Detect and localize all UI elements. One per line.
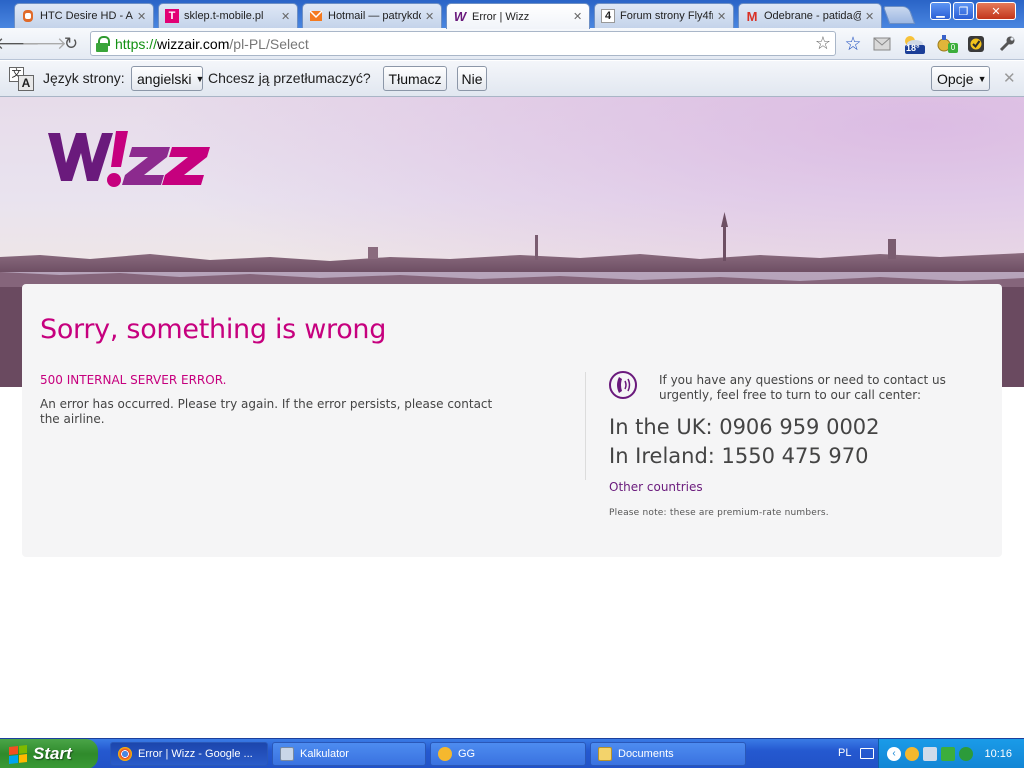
column-divider [585, 372, 586, 480]
wrench-icon[interactable] [997, 34, 1017, 54]
options-button[interactable]: Opcje ▼ [931, 66, 990, 91]
chevron-down-icon: ▼ [195, 73, 205, 84]
tab-title: Error | Wizz [472, 10, 530, 23]
close-icon[interactable]: ✕ [425, 10, 435, 23]
weather-temperature: 18° [906, 43, 920, 53]
forward-button[interactable]: 🡒 [21, 33, 67, 55]
url-scheme: https:// [115, 35, 158, 52]
page-content: Sorry, something is wrong 500 INTERNAL S… [0, 97, 1024, 738]
collapse-tray-icon[interactable]: ‹ [887, 747, 901, 761]
language-indicator[interactable]: PL [838, 747, 851, 759]
browser-toolbar: 🡐 🡒 ↻ https://wizzair.com/pl-PL/Select ☆… [0, 28, 1024, 60]
tab-hotmail[interactable]: Hotmail — patrykdo ✕ [302, 3, 442, 28]
hand-icon [21, 9, 35, 23]
hotmail-icon [309, 9, 323, 23]
tab-title: sklep.t-mobile.pl [184, 10, 264, 22]
chevron-down-icon: ▼ [977, 73, 987, 84]
close-icon[interactable]: ✕ [281, 10, 291, 23]
phone-icon [608, 370, 638, 400]
folder-icon [598, 747, 612, 761]
taskbar-item-label: Error | Wizz - Google ... [138, 748, 253, 760]
url-host: wizzair.com [157, 35, 230, 52]
reload-icon: ↻ [63, 34, 79, 53]
taskbar-item-calculator[interactable]: Kalkulator [272, 742, 426, 766]
clock[interactable]: 10:16 [984, 748, 1012, 760]
phone-ireland: In Ireland: 1550 475 970 [609, 444, 869, 468]
close-icon[interactable]: ✕ [573, 10, 583, 23]
close-icon[interactable]: ✕ [137, 10, 147, 23]
tab-title: Hotmail — patrykdo [328, 10, 421, 22]
error-code: 500 INTERNAL SERVER ERROR. [40, 373, 227, 387]
weather-icon[interactable]: 18° [901, 34, 927, 54]
close-icon[interactable]: ✕ [865, 10, 875, 23]
tab-htc-desire[interactable]: HTC Desire HD - Alle ✕ [14, 3, 154, 28]
tab-t-mobile[interactable]: T sklep.t-mobile.pl ✕ [158, 3, 298, 28]
bookmarks-star-icon[interactable]: ☆ [843, 34, 863, 55]
taskbar-item-documents[interactable]: Documents [590, 742, 746, 766]
calculator-icon [280, 747, 294, 761]
tab-error-wizz[interactable]: W Error | Wizz ✕ [446, 3, 590, 29]
window-controls: ▁ ❐ ✕ [930, 2, 1016, 20]
medal-icon[interactable]: 0 [936, 34, 958, 54]
error-message: An error has occurred. Please try again.… [40, 397, 493, 426]
language-value: angielski [137, 70, 192, 87]
t-mobile-icon: T [165, 9, 179, 23]
fly4free-icon: 4 [601, 9, 615, 23]
window-close-icon[interactable]: ✕ [976, 2, 1016, 20]
options-label: Opcje [937, 70, 974, 87]
taskbar-item-chrome[interactable]: Error | Wizz - Google ... [110, 742, 268, 766]
windows-logo-icon [9, 744, 27, 764]
minimize-icon[interactable]: ▁ [930, 2, 951, 20]
translate-question: Chcesz ją przetłumaczyć? [208, 70, 371, 86]
tab-title: Odebrane - patida@ [764, 10, 861, 22]
checkmark-extension-icon[interactable] [966, 34, 986, 54]
start-label: Start [33, 744, 72, 763]
bookmark-star-icon[interactable]: ☆ [815, 33, 831, 54]
network-icon[interactable] [923, 747, 937, 761]
tab-title: Forum strony Fly4fr [620, 10, 713, 22]
tab-title: HTC Desire HD - Alle [40, 10, 133, 22]
error-title: Sorry, something is wrong [40, 314, 387, 345]
new-tab-button[interactable] [882, 6, 916, 24]
restore-icon[interactable]: ❐ [953, 2, 974, 20]
keyboard-icon[interactable] [860, 748, 874, 759]
address-bar[interactable]: https://wizzair.com/pl-PL/Select ☆ [90, 31, 836, 56]
gmail-icon: M [746, 8, 758, 24]
url-path: /pl-PL/Select [229, 35, 309, 52]
premium-rate-note: Please note: these are premium-rate numb… [609, 508, 829, 518]
system-tray: ‹ 10:16 [878, 739, 1024, 768]
error-card: Sorry, something is wrong 500 INTERNAL S… [22, 284, 1002, 557]
gadu-gadu-icon [438, 747, 452, 761]
tab-strip: HTC Desire HD - Alle ✕ T sklep.t-mobile.… [0, 0, 1024, 29]
phone-uk: In the UK: 0906 959 0002 [609, 415, 880, 439]
medal-badge: 0 [948, 43, 958, 53]
lock-icon [95, 35, 110, 52]
taskbar-item-label: GG [458, 748, 476, 760]
taskbar-item-label: Documents [618, 748, 674, 760]
windows-taskbar: Start Error | Wizz - Google ... Kalkulat… [0, 738, 1024, 768]
reload-button[interactable]: ↻ [60, 33, 82, 55]
antivirus-icon[interactable] [959, 747, 973, 761]
translate-infobar: 文A Język strony: angielski ▼ Chcesz ją pr… [0, 61, 1024, 97]
tab-gmail[interactable]: M Odebrane - patida@ ✕ [738, 3, 882, 28]
wizz-logo [46, 123, 216, 195]
other-countries-link[interactable]: Other countries [609, 480, 703, 494]
gadu-gadu-tray-icon[interactable] [905, 747, 919, 761]
start-button[interactable]: Start [0, 739, 98, 768]
translate-button[interactable]: Tłumacz [383, 66, 447, 91]
language-label: Język strony: [43, 70, 125, 86]
contact-intro: If you have any questions or need to con… [659, 373, 946, 402]
taskbar-item-gg[interactable]: GG [430, 742, 586, 766]
security-shield-icon[interactable] [941, 747, 955, 761]
language-select[interactable]: angielski ▼ [131, 66, 205, 91]
wizz-icon: W [453, 9, 467, 24]
close-icon[interactable]: ✕ [717, 10, 727, 23]
taskbar-item-label: Kalkulator [300, 748, 349, 760]
mail-icon[interactable] [872, 34, 892, 54]
tab-fly4free[interactable]: 4 Forum strony Fly4fr ✕ [594, 3, 734, 28]
no-button[interactable]: Nie [457, 66, 487, 91]
infobar-close-icon[interactable]: ✕ [1003, 69, 1016, 87]
translate-icon: 文A [9, 67, 35, 91]
chrome-icon [118, 747, 132, 761]
